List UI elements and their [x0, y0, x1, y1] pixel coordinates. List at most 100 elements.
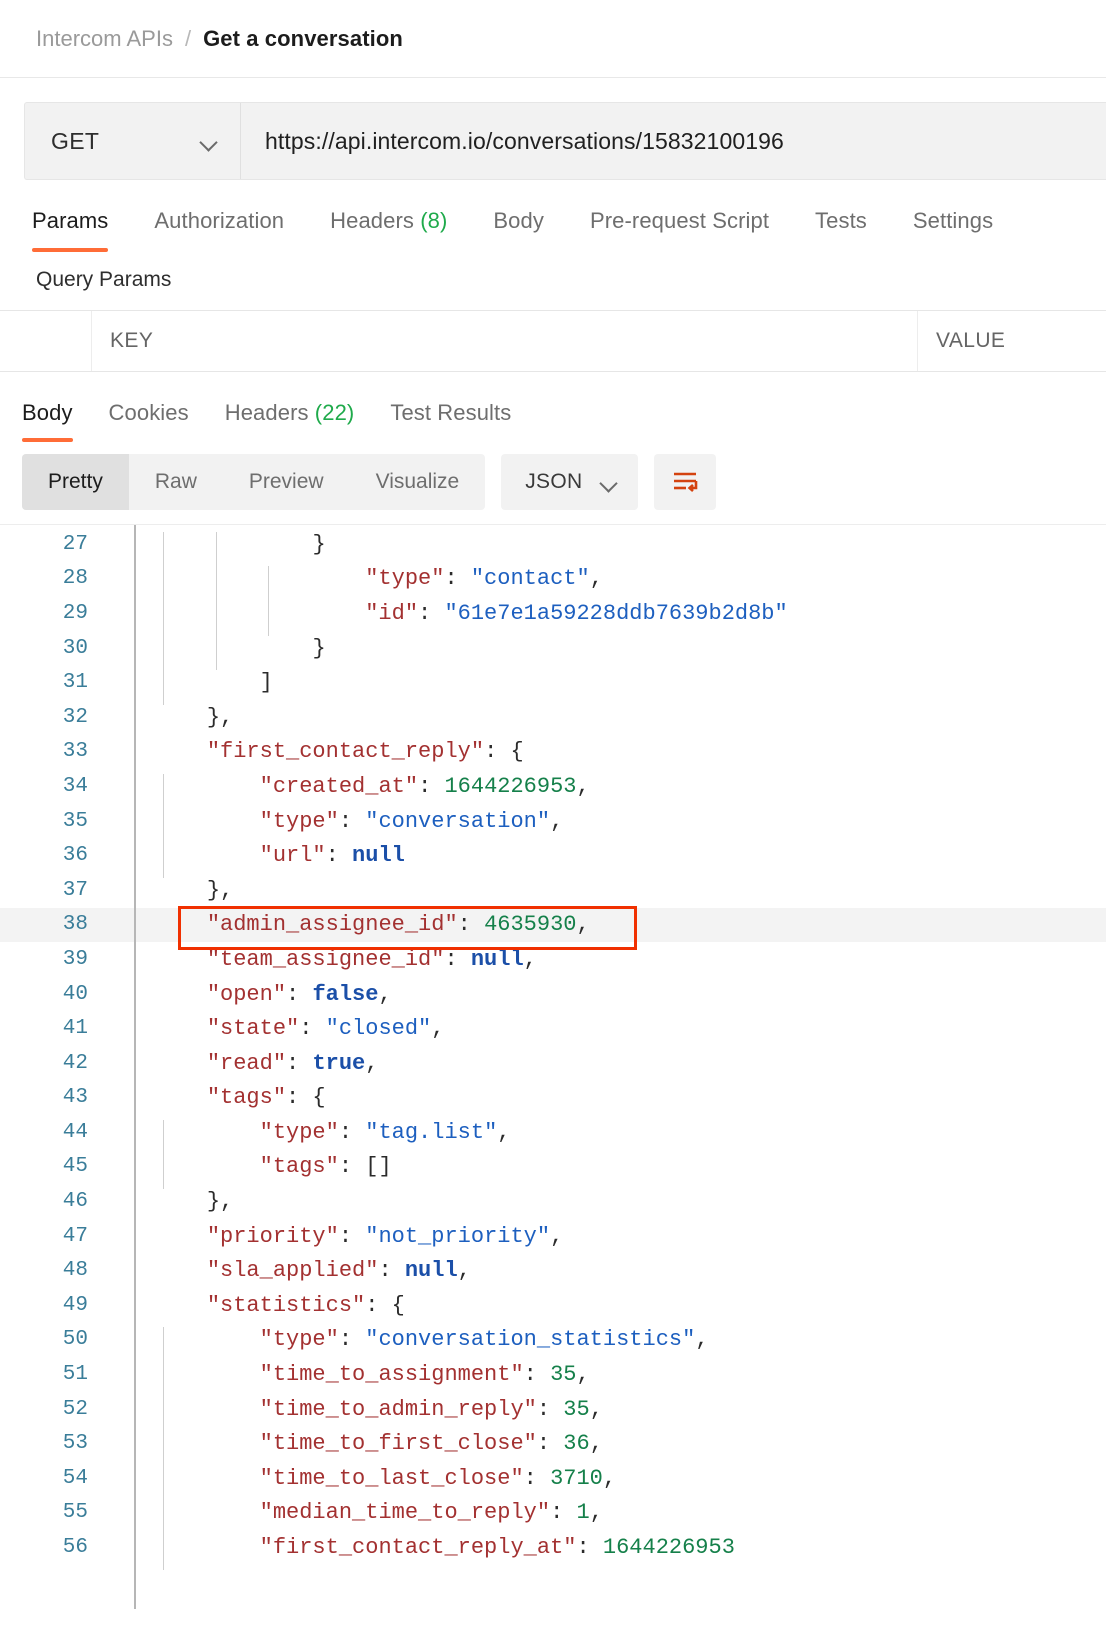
tab-label: Body: [493, 208, 544, 233]
request-tab-body[interactable]: Body: [493, 202, 544, 252]
line-number: 41: [62, 1017, 88, 1041]
response-tab-headers[interactable]: Headers (22): [225, 394, 355, 442]
code-token: :: [444, 946, 471, 972]
line-number: 56: [62, 1536, 88, 1560]
response-body-code-viewer[interactable]: 27 } 28 "type": "contact", 29 "id": "61e7e…: [0, 524, 1106, 1609]
code-token: :: [536, 1431, 564, 1457]
line-number: 38: [62, 913, 88, 937]
code-token: false: [312, 981, 379, 1007]
code-line-text: "url": null: [110, 843, 1106, 878]
code-token: 35: [563, 1396, 590, 1422]
code-tokens: "team_assignee_id": null,: [154, 947, 537, 972]
response-tab-test-results[interactable]: Test Results: [390, 394, 511, 442]
code-tokens: "time_to_assignment": 35,: [154, 1362, 590, 1387]
request-tab-authorization[interactable]: Authorization: [154, 202, 284, 252]
code-line: 40 "open": false,: [0, 977, 1106, 1012]
code-token: :: [536, 1396, 564, 1422]
chevron-down-icon: [600, 477, 618, 487]
line-number: 42: [62, 1051, 88, 1075]
tab-label: Pre-request Script: [589, 208, 770, 233]
response-tab-cookies[interactable]: Cookies: [109, 394, 189, 442]
line-number: 52: [62, 1397, 88, 1421]
line-number: 55: [62, 1501, 88, 1525]
code-tokens: "first_contact_reply": {: [154, 739, 524, 764]
code-token: ,: [589, 1431, 603, 1457]
code-token: ,: [589, 1500, 603, 1526]
tab-label: Authorization: [154, 208, 285, 233]
format-segment-raw[interactable]: Raw: [129, 454, 223, 510]
code-token: ,: [576, 773, 590, 799]
code-token: "conversation": [365, 808, 551, 834]
code-line: 55 "median_time_to_reply": 1,: [0, 1496, 1106, 1536]
gutter-divider: [134, 525, 136, 1609]
code-line: 50 "type": "conversation_statistics",: [0, 1323, 1106, 1363]
breadcrumb-current-request: Get a conversation: [203, 25, 403, 51]
code-token: },: [206, 704, 234, 730]
code-token: "open": [206, 981, 287, 1007]
code-tokens: "url": null: [154, 843, 405, 868]
chevron-down-icon: [200, 136, 218, 146]
line-number: 32: [62, 705, 88, 729]
code-token: : []: [338, 1154, 392, 1180]
code-token: }: [312, 635, 326, 661]
code-line-text: "time_to_first_close": 36,: [110, 1431, 1106, 1466]
tab-label: Headers: [330, 208, 414, 233]
response-language-select[interactable]: JSON: [501, 454, 639, 510]
code-token: 36: [563, 1431, 590, 1457]
code-tokens: "id": "61e7e1a59228ddb7639b2d8b": [154, 601, 787, 626]
code-token: "type": [259, 1119, 339, 1145]
response-tab-body[interactable]: Body: [22, 394, 73, 442]
wrap-lines-button[interactable]: [654, 454, 717, 510]
code-tokens: "type": "conversation",: [154, 808, 564, 834]
format-segment-visualize[interactable]: Visualize: [350, 454, 486, 510]
code-token: "state": [206, 1016, 300, 1042]
code-token: :: [550, 1500, 577, 1526]
code-tokens: },: [154, 878, 233, 903]
code-tokens: "type": "conversation_statistics",: [154, 1327, 709, 1352]
breadcrumb-collection[interactable]: Intercom APIs: [36, 26, 173, 52]
code-token: "priority": [206, 1223, 339, 1249]
format-segment-pretty[interactable]: Pretty: [22, 454, 129, 510]
code-token: :: [338, 1327, 366, 1353]
tab-label: Settings: [912, 208, 994, 233]
code-tokens: "type": "contact",: [154, 566, 603, 591]
request-tab-headers[interactable]: Headers (8): [330, 202, 447, 252]
code-line: 47 "priority": "not_priority",: [0, 1219, 1106, 1254]
code-line: 51 "time_to_assignment": 35,: [0, 1357, 1106, 1397]
request-tab-tests[interactable]: Tests: [815, 202, 867, 252]
format-segment-preview[interactable]: Preview: [223, 454, 350, 510]
code-token: :: [523, 1465, 551, 1491]
code-line-text: "type": "contact",: [110, 566, 1106, 601]
code-token: ,: [431, 1016, 445, 1042]
code-line: 37 },: [0, 873, 1106, 908]
code-token: 4635930: [484, 912, 577, 938]
request-tab-pre-request-script[interactable]: Pre-request Script: [590, 202, 769, 252]
line-number: 40: [62, 982, 88, 1006]
request-tab-settings[interactable]: Settings: [913, 202, 993, 252]
code-token: :: [286, 1050, 313, 1076]
query-params-table-header: KEY VALUE: [0, 310, 1106, 372]
code-token: ,: [550, 808, 564, 834]
params-key-column-header: KEY: [92, 311, 918, 371]
query-params-heading: Query Params: [36, 268, 172, 291]
line-number: 29: [62, 601, 88, 625]
code-token: ,: [589, 566, 603, 592]
code-line: 56 "first_contact_reply_at": 1644226953: [0, 1530, 1106, 1570]
tab-count-badge: (22): [308, 400, 355, 425]
tab-label: Params: [32, 208, 109, 233]
code-tokens: "statistics": {: [154, 1293, 405, 1318]
params-select-all-cell[interactable]: [0, 311, 92, 371]
code-token: ,: [365, 1050, 379, 1076]
code-token: }: [312, 531, 326, 557]
line-number: 43: [62, 1086, 88, 1110]
code-token: 3710: [550, 1465, 603, 1491]
code-line: 27 }: [0, 527, 1106, 567]
tab-label: Cookies: [108, 400, 189, 425]
code-line-text: "statistics": {: [110, 1293, 1106, 1318]
code-line: 34 "created_at": 1644226953,: [0, 769, 1106, 809]
http-method-selector[interactable]: GET: [25, 103, 241, 179]
request-tab-params[interactable]: Params: [32, 202, 109, 252]
code-line-text: "id": "61e7e1a59228ddb7639b2d8b": [110, 600, 1106, 636]
request-url-input[interactable]: https://api.intercom.io/conversations/15…: [241, 103, 1106, 179]
code-token: "conversation_statistics": [365, 1327, 696, 1353]
